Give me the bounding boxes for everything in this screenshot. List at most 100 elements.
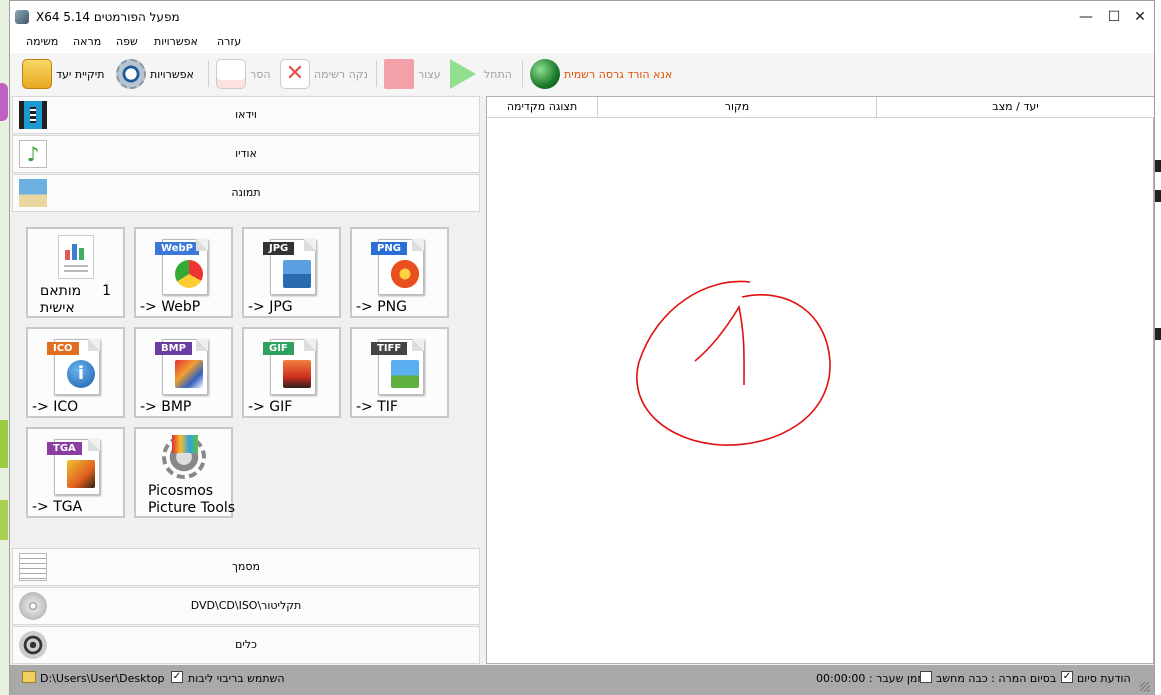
webp-file-icon: WebP	[155, 239, 208, 295]
remove-button[interactable]: הסר	[216, 57, 275, 91]
app-window: X64 5.14 מפעל הפורמטים — ☐ ✕ משימה מראה …	[9, 0, 1155, 695]
category-video[interactable]: וידאו	[12, 96, 480, 134]
tile-webp[interactable]: WebP -> WebP	[134, 227, 233, 318]
tile-picosmos-line2: Picture Tools	[148, 500, 236, 516]
close-button[interactable]: ✕	[1130, 7, 1150, 27]
clear-list-button[interactable]: ✕ נקה רשימה	[280, 57, 372, 91]
play-icon	[450, 59, 476, 89]
clear-list-label: נקה רשימה	[314, 67, 369, 81]
tile-bmp-label: -> BMP	[140, 399, 192, 415]
output-path[interactable]: D:\Users\User\Desktop	[40, 672, 165, 685]
notify-label: הודעת סיום	[1077, 672, 1131, 685]
tile-tga-label: -> TGA	[32, 499, 83, 515]
menu-help[interactable]: עזרה	[217, 35, 241, 48]
remove-label: הסר	[250, 67, 271, 81]
start-button[interactable]: התחל	[450, 57, 516, 91]
stop-button[interactable]: עצור	[384, 57, 445, 91]
picosmos-gear-icon	[162, 435, 206, 479]
tile-custom[interactable]: 1 מותאם אישית	[26, 227, 125, 318]
category-video-label: וידאו	[235, 108, 257, 121]
category-rom[interactable]: DVD\CD\ISO\תקליטור	[12, 587, 480, 625]
globe-icon	[530, 59, 560, 89]
folder-icon	[22, 59, 52, 89]
tile-gif-label: -> GIF	[248, 399, 293, 415]
clear-list-icon: ✕	[280, 59, 310, 89]
category-audio-label: אודיו	[235, 147, 257, 160]
toolbar-divider	[376, 61, 377, 87]
tile-tga[interactable]: TGA -> TGA	[26, 427, 125, 518]
tile-tif-label: -> TIF	[356, 399, 398, 415]
target-folder-label: תיקיית יעד	[56, 67, 105, 81]
desktop-fragment	[0, 420, 8, 468]
desktop-fragment	[0, 500, 8, 540]
title-bar: X64 5.14 מפעל הפורמטים — ☐ ✕	[10, 1, 1154, 33]
field-icon	[391, 360, 419, 388]
shutdown-checkbox[interactable]	[920, 671, 932, 683]
task-list[interactable]: תצוגה מקדימה מקור יעד / מצב	[486, 96, 1154, 664]
sunset-icon	[283, 360, 311, 388]
multithread-checkbox[interactable]: ✓	[171, 671, 183, 683]
menu-options[interactable]: אפשרויות	[154, 35, 198, 48]
minimize-button[interactable]: —	[1076, 7, 1096, 27]
info-icon: i	[67, 360, 95, 388]
jpg-tag: JPG	[263, 242, 295, 255]
category-image[interactable]: תמונה	[12, 174, 480, 212]
app-icon	[15, 10, 29, 24]
tile-jpg[interactable]: JPG -> JPG	[242, 227, 341, 318]
on-complete-label: בסיום המרה : כבה מחשב	[936, 672, 1057, 685]
gif-file-icon: GIF	[263, 339, 316, 395]
red-annotation-mark	[636, 280, 831, 446]
tile-bmp[interactable]: BMP -> BMP	[134, 327, 233, 418]
desktop-edge-left	[0, 0, 9, 695]
folder-icon[interactable]	[22, 671, 36, 683]
tile-gif[interactable]: GIF -> GIF	[242, 327, 341, 418]
desktop-edge-right	[1155, 0, 1161, 695]
png-file-icon: PNG	[371, 239, 424, 295]
tile-webp-label: -> WebP	[140, 299, 201, 315]
tile-custom-line2: אישית	[40, 300, 75, 316]
category-audio[interactable]: ♪ אודיו	[12, 135, 480, 173]
tile-png-label: -> PNG	[356, 299, 407, 315]
tile-tif[interactable]: TIFF -> TIF	[350, 327, 449, 418]
tga-tag: TGA	[47, 442, 82, 455]
multithread-label: השתמש בריבוי ליבות	[188, 672, 285, 685]
menu-language[interactable]: שפה	[116, 35, 138, 48]
column-target[interactable]: יעד / מצב	[877, 97, 1154, 118]
tile-jpg-label: -> JPG	[248, 299, 293, 315]
menu-view[interactable]: מראה	[73, 35, 101, 48]
tile-picosmos-line1: Picosmos	[148, 483, 214, 499]
toolbar-divider	[208, 61, 209, 87]
png-tag: PNG	[371, 242, 407, 255]
status-bar: D:\Users\User\Desktop ✓ השתמש בריבוי ליב…	[10, 665, 1154, 695]
stop-icon	[384, 59, 414, 89]
tif-tag: TIFF	[371, 342, 408, 355]
menu-bar: משימה מראה שפה אפשרויות עזרה	[10, 33, 1154, 53]
bmp-file-icon: BMP	[155, 339, 208, 395]
column-source[interactable]: מקור	[598, 97, 877, 118]
notify-checkbox[interactable]: ✓	[1061, 671, 1073, 683]
paint-icon	[175, 360, 203, 388]
gear-icon	[116, 59, 146, 89]
column-preview[interactable]: תצוגה מקדימה	[487, 97, 598, 118]
category-tools[interactable]: כלים	[12, 626, 480, 664]
tile-picosmos[interactable]: Picosmos Picture Tools	[134, 427, 236, 518]
tile-custom-line1: מותאם	[40, 283, 82, 299]
gif-tag: GIF	[263, 342, 294, 355]
options-button[interactable]: אפשרויות	[116, 57, 198, 91]
ico-file-icon: ICO i	[47, 339, 100, 395]
toolbar-divider	[522, 61, 523, 87]
category-document[interactable]: מסמך	[12, 548, 480, 586]
desktop-fragment	[1155, 160, 1161, 172]
tile-png[interactable]: PNG -> PNG	[350, 227, 449, 318]
tile-ico[interactable]: ICO i -> ICO	[26, 327, 125, 418]
maximize-button[interactable]: ☐	[1104, 7, 1124, 27]
resize-grip[interactable]	[1140, 682, 1150, 692]
target-folder-button[interactable]: תיקיית יעד	[22, 57, 109, 91]
category-tools-label: כלים	[235, 638, 257, 651]
download-official-button[interactable]: אנא הורד גרסה רשמית	[530, 57, 676, 91]
category-document-label: מסמך	[232, 560, 260, 573]
menu-task[interactable]: משימה	[26, 35, 58, 48]
desktop-fragment	[0, 83, 8, 121]
webp-tag: WebP	[155, 242, 199, 255]
toolbar: תיקיית יעד אפשרויות הסר ✕ נקה רשימה עצור…	[10, 53, 1154, 95]
